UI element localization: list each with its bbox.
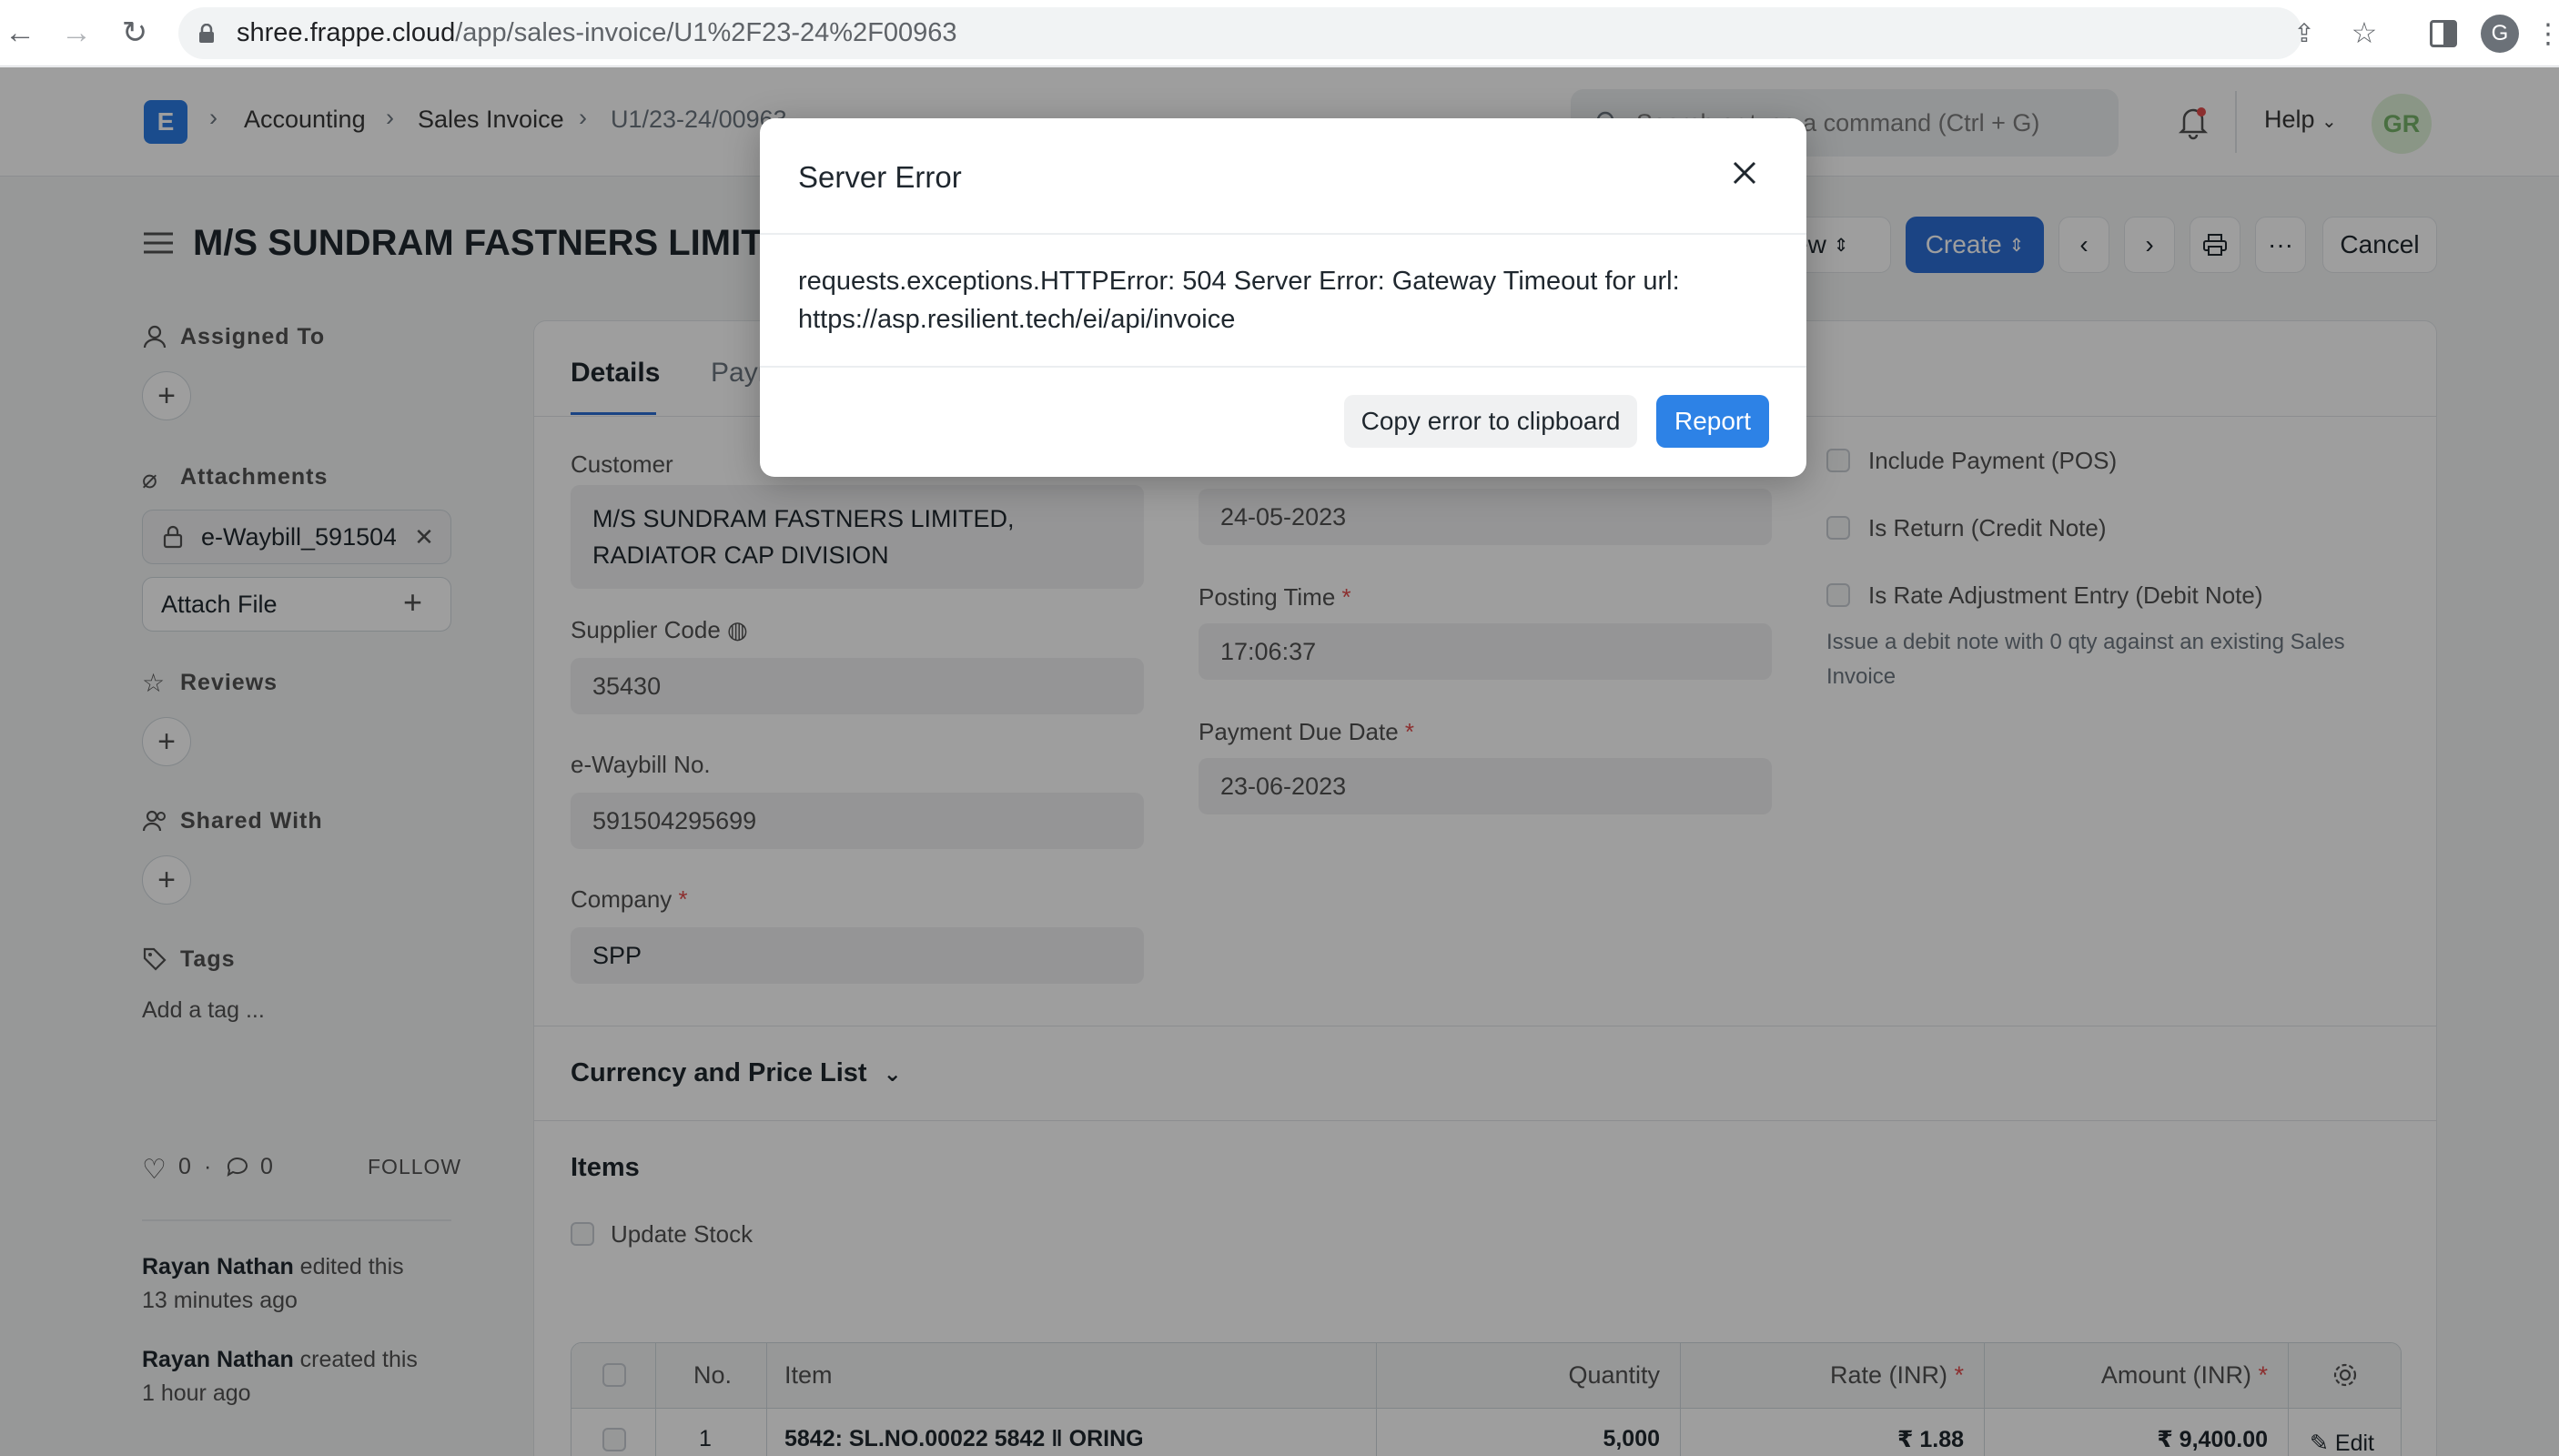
dialog-divider xyxy=(760,233,1806,235)
back-icon[interactable]: ← xyxy=(0,13,40,53)
browser-toolbar: ← → ↻ shree.frappe.cloud/app/sales-invoi… xyxy=(0,0,2559,66)
browser-menu-icon[interactable]: ⋮ xyxy=(2534,15,2559,53)
reload-icon[interactable]: ↻ xyxy=(115,13,155,53)
error-url: https://asp.resilient.tech/ei/api/invoic… xyxy=(798,305,1236,334)
dialog-divider xyxy=(760,366,1806,368)
side-panel-icon[interactable] xyxy=(2430,20,2457,47)
share-icon[interactable]: ⇪ xyxy=(2286,15,2322,51)
browser-profile-avatar[interactable]: G xyxy=(2481,15,2519,53)
url-text: shree.frappe.cloud/app/sales-invoice/U1%… xyxy=(237,18,957,47)
forward-icon[interactable]: → xyxy=(56,13,96,53)
dialog-title: Server Error xyxy=(798,160,962,194)
error-message-line: requests.exceptions.HTTPError: 504 Serve… xyxy=(798,267,1680,296)
close-icon[interactable] xyxy=(1725,153,1765,193)
bookmark-star-icon[interactable]: ☆ xyxy=(2346,15,2382,51)
server-error-dialog: Server Error requests.exceptions.HTTPErr… xyxy=(760,118,1806,477)
lock-icon xyxy=(198,23,215,43)
report-button[interactable]: Report xyxy=(1656,395,1769,448)
error-message: requests.exceptions.HTTPError: 504 Serve… xyxy=(798,262,1763,339)
address-bar[interactable]: shree.frappe.cloud/app/sales-invoice/U1%… xyxy=(178,7,2377,59)
copy-error-button[interactable]: Copy error to clipboard xyxy=(1344,395,1637,448)
